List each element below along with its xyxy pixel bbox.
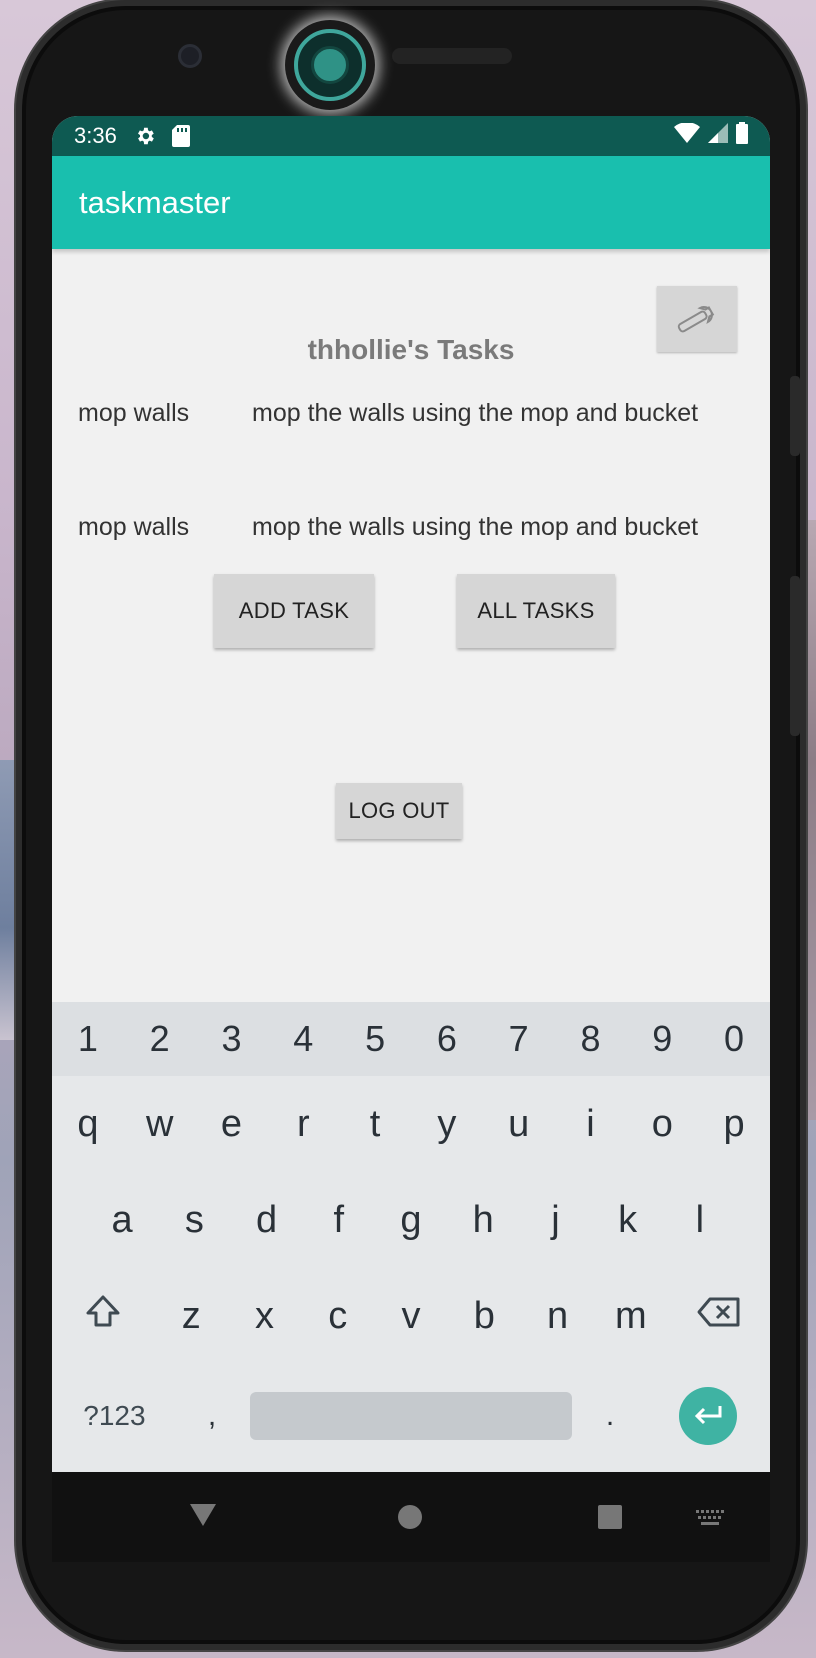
key-x[interactable]: x [228, 1295, 301, 1338]
key-w[interactable]: w [124, 1103, 196, 1146]
backspace-key[interactable] [667, 1295, 770, 1338]
key-m[interactable]: m [594, 1295, 667, 1338]
key-i[interactable]: i [555, 1103, 627, 1146]
key-0[interactable]: 0 [698, 1018, 770, 1060]
app-bar: taskmaster [52, 156, 770, 249]
key-n[interactable]: n [521, 1295, 594, 1338]
key-k[interactable]: k [592, 1199, 664, 1242]
task-body: mop the walls using the mop and bucket [252, 399, 699, 427]
key-l[interactable]: l [664, 1199, 736, 1242]
enter-key[interactable] [645, 1387, 770, 1445]
task-body: mop the walls using the mop and bucket [252, 513, 699, 541]
key-y[interactable]: y [411, 1103, 483, 1146]
status-bar: 3:36 [52, 116, 770, 156]
key-z[interactable]: z [155, 1295, 228, 1338]
soft-keyboard: 1 2 3 4 5 6 7 8 9 0 q w e r t y u i o p … [52, 1002, 770, 1472]
task-item[interactable]: mop walls mop the walls using the mop an… [78, 399, 698, 428]
key-o[interactable]: o [626, 1103, 698, 1146]
task-item[interactable]: mop walls mop the walls using the mop an… [78, 513, 698, 542]
log-out-button[interactable]: LOG OUT [336, 783, 462, 839]
add-task-button[interactable]: ADD TASK [214, 574, 374, 648]
key-b[interactable]: b [448, 1295, 521, 1338]
key-8[interactable]: 8 [555, 1018, 627, 1060]
keyboard-switch-button[interactable] [696, 1510, 724, 1531]
keyboard-number-row: 1 2 3 4 5 6 7 8 9 0 [52, 1002, 770, 1076]
space-bar [250, 1392, 572, 1440]
front-camera [178, 44, 202, 68]
key-s[interactable]: s [158, 1199, 230, 1242]
key-7[interactable]: 7 [483, 1018, 555, 1060]
key-d[interactable]: d [230, 1199, 302, 1242]
battery-icon [736, 122, 748, 150]
key-j[interactable]: j [519, 1199, 591, 1242]
shift-icon [86, 1295, 120, 1327]
recents-button[interactable] [598, 1505, 622, 1534]
backspace-icon [697, 1297, 740, 1326]
key-6[interactable]: 6 [411, 1018, 483, 1060]
key-p[interactable]: p [698, 1103, 770, 1146]
key-2[interactable]: 2 [124, 1018, 196, 1060]
key-4[interactable]: 4 [267, 1018, 339, 1060]
keyboard-row-2: a s d f g h j k l [52, 1172, 770, 1268]
status-time: 3:36 [74, 123, 117, 148]
device-screen: 3:36 taskmaster thhollie's Tasks mop wal… [52, 116, 770, 1472]
key-r[interactable]: r [267, 1103, 339, 1146]
key-5[interactable]: 5 [339, 1018, 411, 1060]
symbols-key[interactable]: ?123 [52, 1400, 177, 1432]
sd-card-icon [169, 124, 193, 148]
earpiece-speaker [392, 48, 512, 64]
key-1[interactable]: 1 [52, 1018, 124, 1060]
keyboard-row-4: ?123 , . [52, 1364, 770, 1468]
task-title: mop walls [78, 513, 190, 541]
home-button[interactable] [397, 1504, 423, 1535]
key-q[interactable]: q [52, 1103, 124, 1146]
camera-overlay-icon [285, 20, 375, 110]
wrench-icon [677, 306, 715, 333]
comma-key[interactable]: , [177, 1399, 247, 1433]
back-button[interactable] [188, 1502, 218, 1533]
back-icon [190, 1504, 216, 1526]
key-e[interactable]: e [196, 1103, 268, 1146]
key-f[interactable]: f [303, 1199, 375, 1242]
key-3[interactable]: 3 [196, 1018, 268, 1060]
task-title: mop walls [78, 399, 190, 427]
home-icon [398, 1505, 422, 1529]
key-v[interactable]: v [374, 1295, 447, 1338]
key-h[interactable]: h [447, 1199, 519, 1242]
keyboard-switch-icon [696, 1510, 724, 1525]
key-u[interactable]: u [483, 1103, 555, 1146]
navigation-bar [52, 1472, 770, 1562]
main-content: thhollie's Tasks mop walls mop the walls… [52, 249, 770, 1003]
page-title: thhollie's Tasks [307, 334, 515, 365]
settings-icon [133, 124, 157, 148]
keyboard-row-1: q w e r t y u i o p [52, 1076, 770, 1172]
power-button [790, 576, 800, 736]
keyboard-row-3: z x c v b n m [52, 1268, 770, 1364]
all-tasks-button[interactable]: ALL TASKS [457, 574, 615, 648]
enter-icon [678, 1387, 737, 1445]
space-key[interactable] [247, 1392, 575, 1440]
key-9[interactable]: 9 [626, 1018, 698, 1060]
shift-key[interactable] [52, 1294, 155, 1338]
key-a[interactable]: a [86, 1199, 158, 1242]
signal-icon [708, 123, 728, 149]
key-t[interactable]: t [339, 1103, 411, 1146]
wifi-icon [674, 122, 700, 149]
period-key[interactable]: . [575, 1399, 645, 1433]
key-g[interactable]: g [375, 1199, 447, 1242]
app-title: taskmaster [79, 184, 231, 220]
volume-button [790, 376, 800, 456]
recents-icon [598, 1505, 622, 1529]
key-c[interactable]: c [301, 1295, 374, 1338]
